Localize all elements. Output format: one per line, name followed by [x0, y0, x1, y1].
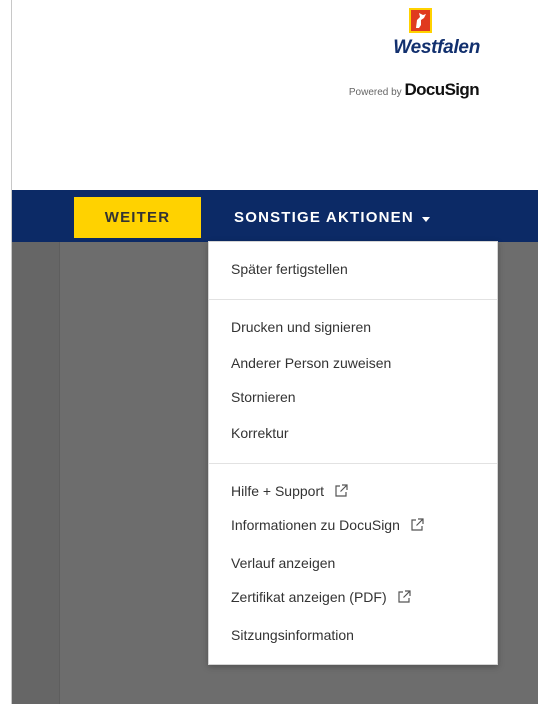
menu-item-label: Hilfe + Support — [231, 483, 324, 499]
window-left-border — [0, 0, 12, 704]
document-thumbnail-strip — [12, 242, 60, 704]
menu-item-label: Informationen zu DocuSign — [231, 517, 400, 533]
powered-by-label: Powered by — [348, 87, 402, 98]
docusign-brand: DocuSign — [404, 80, 479, 99]
menu-item-cancel[interactable]: Stornieren — [231, 389, 296, 405]
menu-item-finish-later[interactable]: Später fertigstellen — [231, 261, 348, 277]
continue-button[interactable]: WEITER — [74, 197, 201, 238]
menu-item-correct[interactable]: Korrektur — [231, 425, 289, 441]
menu-separator — [209, 299, 497, 300]
menu-item-view-certificate[interactable]: Zertifikat anzeigen (PDF) — [231, 589, 411, 605]
powered-by-docusign: Powered by DocuSign — [348, 80, 480, 100]
page-header: Westfalen Powered by DocuSign — [12, 0, 538, 190]
company-logo-text: Westfalen — [393, 37, 480, 58]
other-actions-label: SONSTIGE AKTIONEN — [234, 209, 414, 226]
external-link-icon — [397, 590, 411, 603]
menu-item-label: Zertifikat anzeigen (PDF) — [231, 589, 387, 605]
other-actions-dropdown[interactable]: SONSTIGE AKTIONEN — [234, 197, 504, 238]
menu-item-about-docusign[interactable]: Informationen zu DocuSign — [231, 517, 424, 533]
menu-item-view-history[interactable]: Verlauf anzeigen — [231, 555, 335, 571]
menu-item-print-and-sign[interactable]: Drucken und signieren — [231, 319, 371, 335]
menu-item-help-support[interactable]: Hilfe + Support — [231, 483, 348, 499]
signing-toolbar: WEITER SONSTIGE AKTIONEN — [12, 190, 538, 242]
external-link-icon — [335, 484, 348, 497]
other-actions-menu: Später fertigstellen Drucken und signier… — [208, 241, 498, 665]
menu-separator — [209, 463, 497, 464]
westfalen-horse-logo-icon — [409, 8, 432, 33]
menu-item-session-info[interactable]: Sitzungsinformation — [231, 627, 354, 643]
external-link-icon — [411, 518, 424, 531]
menu-item-assign-other[interactable]: Anderer Person zuweisen — [231, 355, 391, 371]
caret-down-icon — [421, 216, 430, 222]
